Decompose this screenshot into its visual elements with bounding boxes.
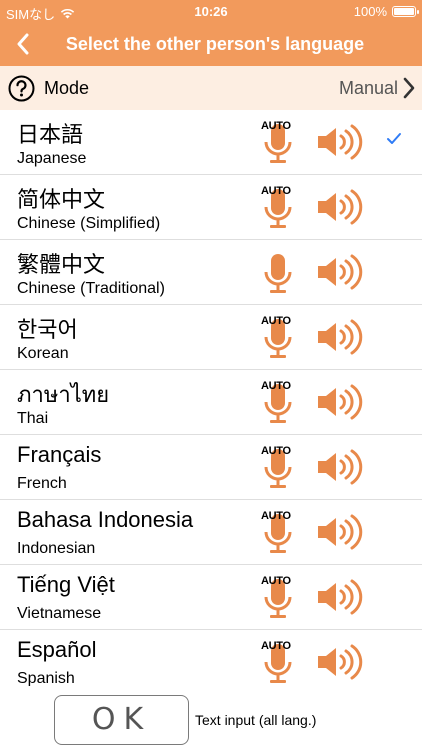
speaker-icon[interactable] (316, 188, 364, 226)
language-row-vietnamese[interactable]: Tiếng Việt Vietnamese AUTO (0, 565, 422, 630)
language-list: 日本語 Japanese AUTO 简体中文 Chinese (Simplifi… (0, 110, 422, 686)
native-language-name: 繁體中文 (17, 252, 106, 277)
auto-badge: AUTO (261, 185, 291, 197)
auto-badge: AUTO (261, 640, 291, 652)
speaker-icon[interactable] (316, 123, 364, 161)
ok-button[interactable]: OK (54, 695, 189, 745)
speaker-icon[interactable] (316, 253, 364, 291)
english-language-name: Korean (17, 345, 69, 362)
auto-badge: AUTO (261, 575, 291, 587)
english-language-name: Thai (17, 410, 49, 427)
mode-value[interactable]: Manual (339, 78, 398, 99)
speaker-icon[interactable] (316, 318, 364, 356)
native-language-name: 简体中文 (17, 187, 106, 212)
speaker-icon[interactable] (316, 643, 364, 681)
native-language-name: ภาษาไทย (17, 382, 110, 407)
native-language-name: Bahasa Indonesia (17, 507, 194, 532)
language-row-spanish[interactable]: Español Spanish AUTO (0, 630, 422, 686)
page-title: Select the other person's language (65, 34, 365, 54)
status-bar: SIMなし 10:26 100% (0, 0, 422, 22)
mode-row[interactable]: Mode Manual (0, 66, 422, 110)
language-row-korean[interactable]: 한국어 Korean AUTO (0, 305, 422, 370)
english-language-name: Chinese (Simplified) (17, 215, 161, 232)
battery-group: 100% (353, 4, 419, 19)
battery-icon (392, 6, 419, 17)
language-row-thai[interactable]: ภาษาไทย Thai AUTO (0, 370, 422, 435)
speaker-icon[interactable] (316, 448, 364, 486)
english-language-name: Chinese (Traditional) (17, 280, 165, 297)
auto-badge: AUTO (261, 380, 291, 392)
speaker-icon[interactable] (316, 578, 364, 616)
battery-percent: 100% (353, 4, 387, 19)
english-language-name: Indonesian (17, 540, 96, 557)
auto-badge: AUTO (261, 445, 291, 457)
language-row-chinese-simplified[interactable]: 简体中文 Chinese (Simplified) AUTO (0, 175, 422, 240)
text-input-link[interactable]: Text input (all lang.) (195, 712, 316, 728)
language-row-french[interactable]: Français French AUTO (0, 435, 422, 500)
english-language-name: French (17, 475, 67, 492)
native-language-name: Français (17, 442, 102, 467)
auto-badge: AUTO (261, 315, 291, 327)
language-row-indonesian[interactable]: Bahasa Indonesia Indonesian AUTO (0, 500, 422, 565)
english-language-name: Vietnamese (17, 605, 102, 622)
chevron-right-icon (403, 77, 415, 99)
english-language-name: Spanish (17, 670, 75, 686)
auto-badge: AUTO (261, 120, 291, 132)
microphone-icon[interactable] (262, 250, 294, 296)
english-language-name: Japanese (17, 150, 87, 167)
mode-label: Mode (44, 78, 90, 98)
native-language-name: Español (17, 637, 97, 662)
help-icon[interactable] (8, 75, 35, 102)
speaker-icon[interactable] (316, 383, 364, 421)
speaker-icon[interactable] (316, 513, 364, 551)
bottom-bar: OK Text input (all lang.) (0, 686, 422, 750)
back-button[interactable] (8, 28, 38, 60)
native-language-name: Tiếng Việt (17, 572, 115, 597)
native-language-name: 한국어 (17, 317, 78, 342)
checkmark-icon (387, 133, 401, 144)
language-row-chinese-traditional[interactable]: 繁體中文 Chinese (Traditional) (0, 240, 422, 305)
language-row-japanese[interactable]: 日本語 Japanese AUTO (0, 110, 422, 175)
auto-badge: AUTO (261, 510, 291, 522)
chevron-left-icon (17, 33, 29, 55)
navigation-bar: Select the other person's language (0, 22, 422, 66)
native-language-name: 日本語 (17, 122, 84, 147)
